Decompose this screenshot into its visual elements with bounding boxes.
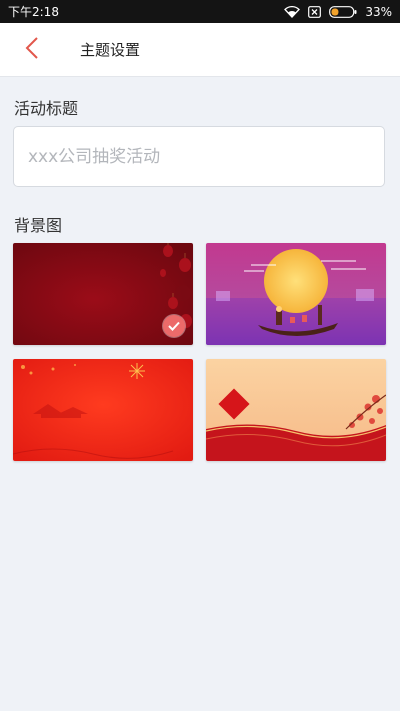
selected-check-badge <box>163 315 185 337</box>
wifi-icon <box>284 5 301 18</box>
sim-blocked-icon <box>308 5 322 18</box>
background-label: 背景图 <box>14 216 63 235</box>
background-option-2[interactable] <box>206 243 386 345</box>
battery-icon <box>329 5 357 18</box>
status-bar: 下午2:18 33% <box>0 0 400 23</box>
status-time: 下午2:18 <box>8 5 59 19</box>
checkmark-icon <box>168 321 180 331</box>
activity-title-field[interactable] <box>13 126 385 187</box>
page-title: 主题设置 <box>80 41 141 59</box>
battery-percent: 33% <box>365 4 392 19</box>
background-option-1[interactable] <box>13 243 193 345</box>
background-option-3[interactable] <box>13 359 193 461</box>
status-icons: 33% <box>284 5 392 19</box>
back-button[interactable] <box>0 23 64 76</box>
chevron-left-icon <box>25 36 39 64</box>
activity-title-input[interactable] <box>26 145 372 168</box>
activity-title-label: 活动标题 <box>14 99 79 118</box>
background-option-4[interactable] <box>206 359 386 461</box>
nav-bar: 主题设置 <box>0 23 400 77</box>
